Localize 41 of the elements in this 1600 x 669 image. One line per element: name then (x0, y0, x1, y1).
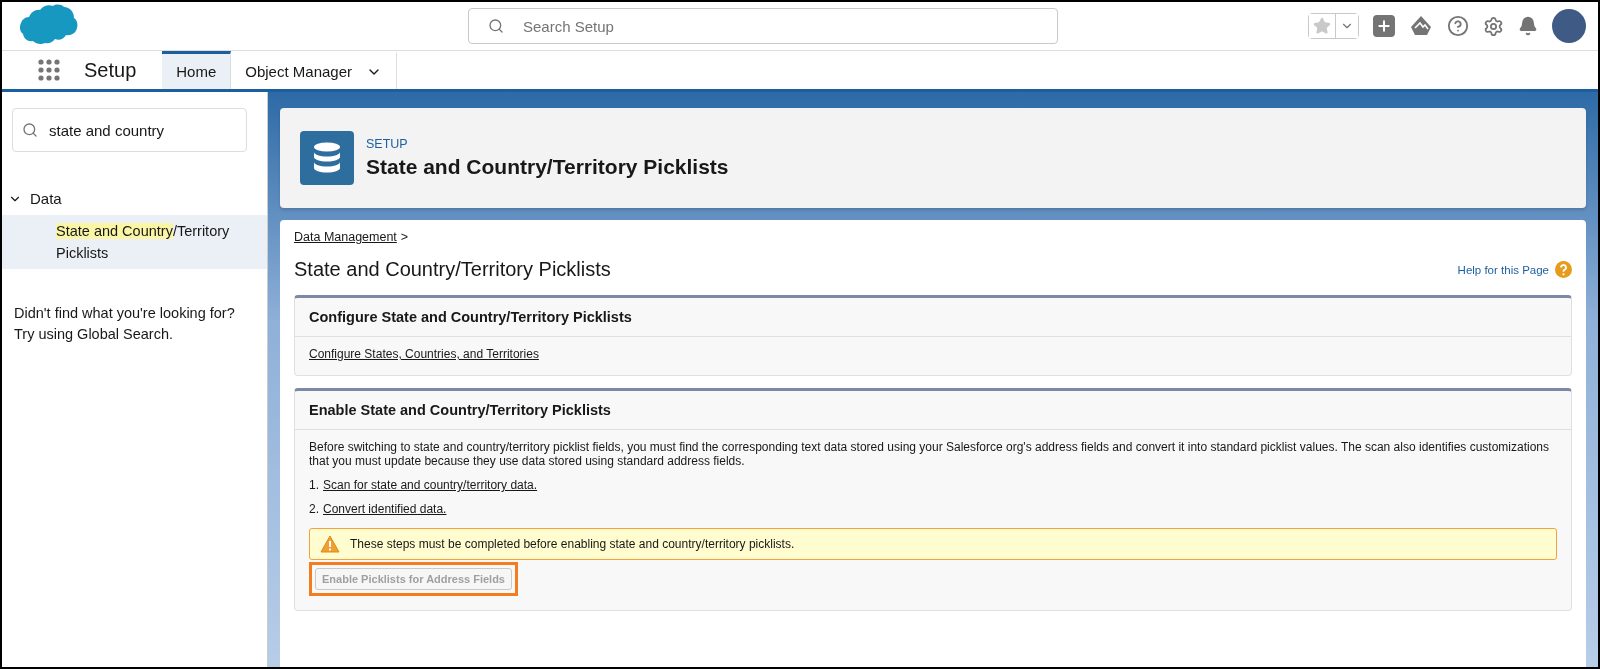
page-title: State and Country/Territory Picklists (366, 155, 729, 179)
step-link[interactable]: Scan for state and country/territory data. (323, 478, 538, 492)
tree-group[interactable]: Data (2, 190, 267, 207)
settings-button[interactable] (1483, 15, 1504, 37)
favorites-menu-button[interactable] (1335, 14, 1358, 38)
tree-item[interactable]: State and Country/Territory Picklists (2, 215, 267, 269)
avatar[interactable] (1552, 9, 1586, 43)
search-field[interactable]: Search Setup (468, 8, 1058, 44)
step-number: 2. (309, 502, 319, 516)
section-title: Enable State and Country/Territory Picklists (295, 391, 1571, 430)
warning-icon (320, 535, 340, 553)
bell-icon (1518, 16, 1538, 36)
trailhead-button[interactable] (1409, 15, 1433, 37)
notifications-button[interactable] (1518, 16, 1538, 36)
help-link[interactable]: Help for this Page (1457, 261, 1572, 278)
section-title: Configure State and Country/Territory Picklists (295, 298, 1571, 337)
mountain-icon (1409, 15, 1433, 37)
configure-link[interactable]: Configure States, Countries, and Territories (309, 347, 539, 361)
breadcrumb-link[interactable]: Data Management (294, 230, 397, 244)
description-text: Before switching to state and country/territory picklist fields, you must find the corresponding text data stored using your Salesforce org's address fields and convert it into standard picklist values. The scan also identifies customizations that you must update because they use data stored using standard address fields. (309, 440, 1551, 468)
star-icon (1313, 17, 1331, 35)
plus-icon (1376, 18, 1392, 34)
step-link[interactable]: Convert identified data. (323, 502, 447, 516)
search-icon (488, 18, 504, 34)
nav-tab[interactable]: Home (162, 51, 232, 89)
section-page-title: State and Country/Territory Picklists (294, 258, 611, 281)
breadcrumb-separator: > (400, 230, 409, 244)
settings-icon (1483, 15, 1504, 37)
warning-text: These steps must be completed before enabling state and country/territory picklists. (350, 537, 795, 551)
app-launcher-icon (38, 59, 60, 81)
help-icon (1555, 261, 1572, 278)
hint-text: Didn't find what you're looking for? Try using Global Search. (14, 304, 236, 344)
step-number: 1. (309, 478, 319, 492)
search-field[interactable]: state and country (12, 108, 247, 152)
help-button[interactable] (1447, 15, 1469, 37)
add-button[interactable] (1373, 15, 1395, 37)
eyebrow-label: SETUP (366, 137, 409, 151)
search-icon (22, 122, 38, 138)
app-name: Setup (83, 57, 138, 83)
help-icon (1447, 15, 1469, 37)
database-icon (300, 131, 354, 185)
